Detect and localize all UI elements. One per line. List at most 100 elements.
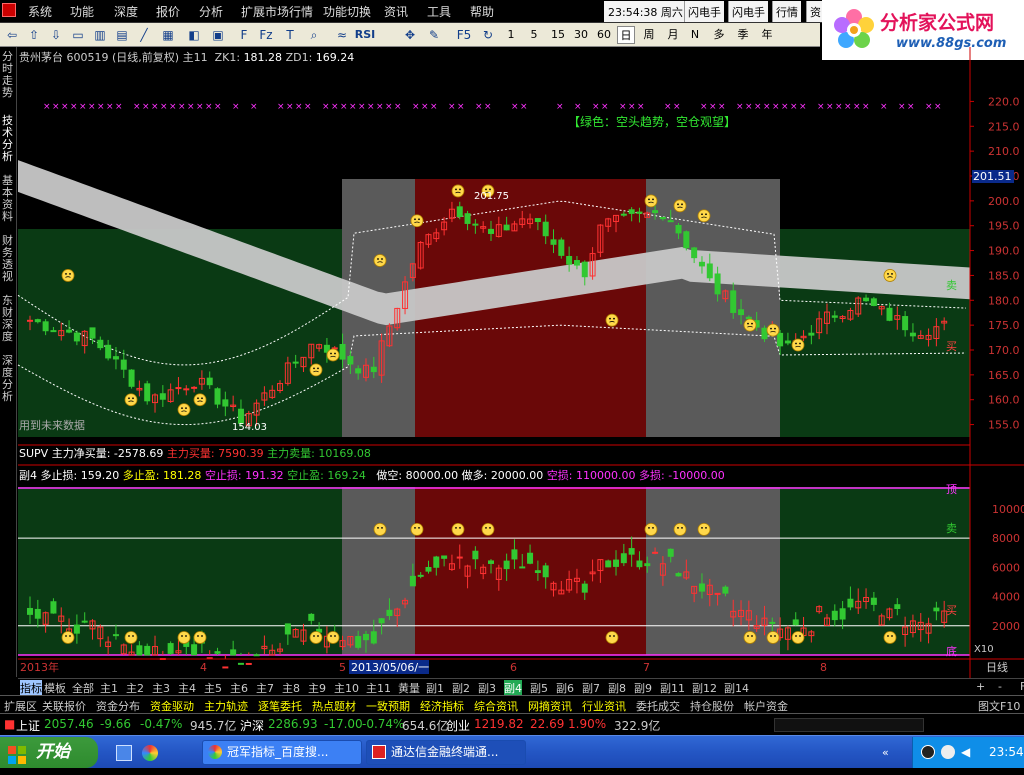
volume-icon[interactable]: ◀ xyxy=(961,745,975,759)
indicator-tab-12[interactable]: 主10 xyxy=(334,680,359,696)
indicator-tab-3[interactable]: 主1 xyxy=(100,680,118,696)
bookmark-icon[interactable]: ▭ xyxy=(70,27,86,43)
period-1min[interactable]: 1 xyxy=(504,26,518,44)
fiz-icon[interactable]: Fz xyxy=(258,27,274,43)
ext-tab-12[interactable]: 委托成交 xyxy=(636,698,680,714)
text-icon[interactable]: T xyxy=(282,27,298,43)
indicator-tab-14[interactable]: 黄量 xyxy=(398,680,420,696)
indicator-tab-2[interactable]: 全部 xyxy=(72,680,94,696)
menu-tools[interactable]: 工具 xyxy=(427,3,451,20)
bar-chart-icon[interactable]: ▥ xyxy=(92,27,108,43)
sh-label[interactable]: 上证 xyxy=(16,717,40,734)
period-day[interactable]: 日 xyxy=(617,26,635,44)
menu-ext-market[interactable]: 扩展市场行情 xyxy=(241,3,313,20)
period-year[interactable]: 年 xyxy=(758,26,776,44)
candle-icon[interactable]: ▤ xyxy=(114,27,130,43)
indicator-tab-5[interactable]: 主3 xyxy=(152,680,170,696)
indicator-tab-6[interactable]: 主4 xyxy=(178,680,196,696)
browser-icon[interactable] xyxy=(142,745,158,761)
search-icon[interactable]: ⌕ xyxy=(306,27,322,43)
cy-label[interactable]: 创业 xyxy=(446,717,470,734)
chart-control-1[interactable]: - xyxy=(998,680,1002,693)
overlay-icon[interactable]: ◧ xyxy=(186,27,202,43)
desktop-icon[interactable] xyxy=(116,745,132,761)
indicator-tab-23[interactable]: 副9 xyxy=(634,680,652,696)
indicator-tab-24[interactable]: 副11 xyxy=(660,680,685,696)
ext-tab-7[interactable]: 一致预期 xyxy=(366,698,410,714)
menu-quote[interactable]: 报价 xyxy=(156,3,180,20)
indicator-tab-7[interactable]: 主5 xyxy=(204,680,222,696)
ext-tab-15[interactable]: 图文F10 xyxy=(978,698,1020,714)
quote-button[interactable]: 行情 xyxy=(772,1,801,22)
menu-system[interactable]: 系统 xyxy=(28,3,52,20)
indicator-tab-26[interactable]: 副14 xyxy=(724,680,749,696)
period-month[interactable]: 月 xyxy=(664,26,682,44)
grid-icon[interactable]: ▦ xyxy=(160,27,176,43)
ext-tab-13[interactable]: 持仓股份 xyxy=(690,698,734,714)
chart-control-0[interactable]: + xyxy=(976,680,985,693)
menu-help[interactable]: 帮助 xyxy=(470,3,494,20)
sz-label[interactable]: 沪深 xyxy=(240,717,264,734)
network-icon[interactable] xyxy=(941,745,955,759)
indicator-tab-9[interactable]: 主7 xyxy=(256,680,274,696)
app-logo-icon[interactable] xyxy=(2,3,16,17)
indicator-tab-17[interactable]: 副3 xyxy=(478,680,496,696)
ext-tab-2[interactable]: 资金分布 xyxy=(96,698,140,714)
period-5min[interactable]: 5 xyxy=(527,26,541,44)
indicator-tab-0[interactable]: 指标 xyxy=(20,680,42,696)
dual-icon[interactable]: ▣ xyxy=(210,27,226,43)
menu-func-switch[interactable]: 功能切换 xyxy=(323,3,371,20)
indicator-tab-8[interactable]: 主6 xyxy=(230,680,248,696)
pencil-icon[interactable]: ✎ xyxy=(426,27,442,43)
ext-tab-1[interactable]: 关联报价 xyxy=(42,698,86,714)
period-60min[interactable]: 60 xyxy=(594,26,614,44)
rsi-button[interactable]: RSI xyxy=(354,26,376,44)
indicator-tab-15[interactable]: 副1 xyxy=(426,680,444,696)
period-n[interactable]: N xyxy=(688,26,702,44)
menu-analysis[interactable]: 分析 xyxy=(199,3,223,20)
indicator-tab-18[interactable]: 副4 xyxy=(504,680,522,696)
indicator-tab-21[interactable]: 副7 xyxy=(582,680,600,696)
ext-tab-9[interactable]: 综合资讯 xyxy=(474,698,518,714)
ext-tab-11[interactable]: 行业资讯 xyxy=(582,698,626,714)
flash-trade-button-1[interactable]: 闪电手 xyxy=(684,1,724,22)
ext-tab-0[interactable]: 扩展区 xyxy=(4,698,37,714)
ext-tab-5[interactable]: 逐笔委托 xyxy=(258,698,302,714)
tray-arrow-icon[interactable]: « xyxy=(882,746,896,760)
indicator-tab-16[interactable]: 副2 xyxy=(452,680,470,696)
menu-news[interactable]: 资讯 xyxy=(384,3,408,20)
indicator-tab-13[interactable]: 主11 xyxy=(366,680,391,696)
indicator-tab-4[interactable]: 主2 xyxy=(126,680,144,696)
task-tdx[interactable]: 通达信金融终端通... xyxy=(366,740,526,765)
indicator-tab-1[interactable]: 模板 xyxy=(44,680,66,696)
media-icon[interactable] xyxy=(921,745,935,759)
period-15min[interactable]: 15 xyxy=(548,26,568,44)
chart-area[interactable]: × × × × × × × × × × × × × × × × × × × × × × × × × × × × × × × × × × × × × × × ×… xyxy=(0,47,1024,678)
task-baidu[interactable]: 冠军指标_百度搜... xyxy=(202,740,362,765)
period-quarter[interactable]: 季 xyxy=(734,26,752,44)
menu-depth[interactable]: 深度 xyxy=(114,3,138,20)
back-icon[interactable]: ⇦ xyxy=(4,27,20,43)
period-multi[interactable]: 多 xyxy=(710,26,728,44)
wave-icon[interactable]: ≈ xyxy=(334,27,350,43)
indicator-tab-20[interactable]: 副6 xyxy=(556,680,574,696)
ext-tab-14[interactable]: 帐户资金 xyxy=(744,698,788,714)
f5-icon[interactable]: F5 xyxy=(456,27,472,43)
menu-function[interactable]: 功能 xyxy=(70,3,94,20)
ext-tab-8[interactable]: 经济指标 xyxy=(420,698,464,714)
indicator-tab-11[interactable]: 主9 xyxy=(308,680,326,696)
flash-trade-button-2[interactable]: 闪电手 xyxy=(728,1,768,22)
indicator-tab-25[interactable]: 副12 xyxy=(692,680,717,696)
f-icon[interactable]: F xyxy=(236,27,252,43)
ext-tab-3[interactable]: 资金驱动 xyxy=(150,698,194,714)
indicator-tab-19[interactable]: 副5 xyxy=(530,680,548,696)
down-icon[interactable]: ⇩ xyxy=(48,27,64,43)
chart-control-2[interactable]: F xyxy=(1020,680,1024,693)
start-button[interactable]: 开始 xyxy=(0,737,98,768)
up-icon[interactable]: ⇧ xyxy=(26,27,42,43)
period-week[interactable]: 周 xyxy=(640,26,658,44)
move-icon[interactable]: ✥ xyxy=(402,27,418,43)
indicator-tab-22[interactable]: 副8 xyxy=(608,680,626,696)
ext-tab-10[interactable]: 网摘资讯 xyxy=(528,698,572,714)
line-chart-icon[interactable]: ╱ xyxy=(136,27,152,43)
